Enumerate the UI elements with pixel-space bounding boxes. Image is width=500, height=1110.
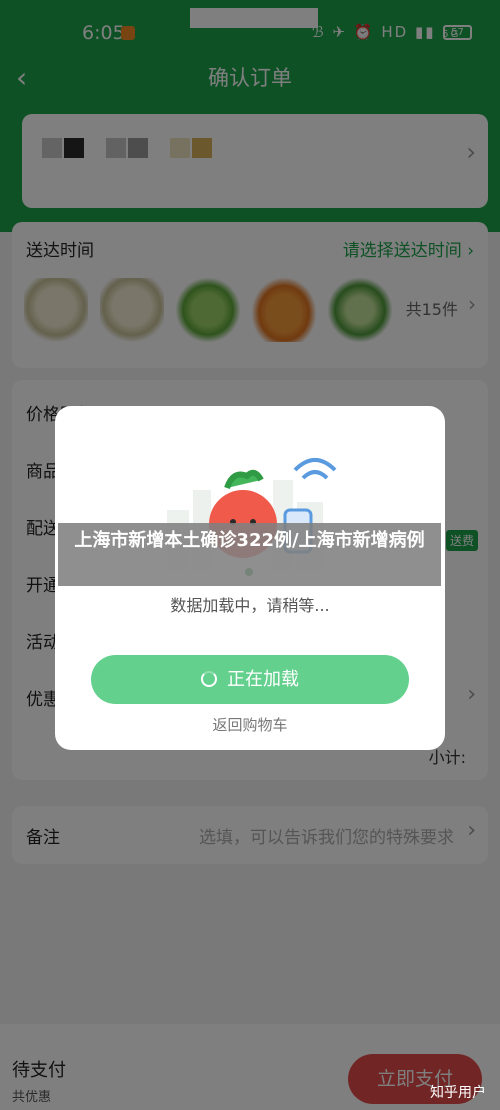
loading-button[interactable]: 正在加载	[91, 655, 409, 704]
loading-message: 数据加载中，请稍等...	[170, 596, 330, 615]
radish-leaves	[224, 469, 264, 490]
news-caption: 上海市新增本土确诊322例/上海市新增病例	[58, 523, 441, 586]
back-to-cart-link[interactable]: 返回购物车	[55, 714, 445, 735]
spinner-icon	[201, 671, 217, 687]
wifi-icon	[301, 470, 329, 480]
wifi-icon	[293, 458, 337, 472]
loading-button-label: 正在加载	[227, 669, 299, 690]
watermark: 知乎用户	[430, 1085, 486, 1101]
